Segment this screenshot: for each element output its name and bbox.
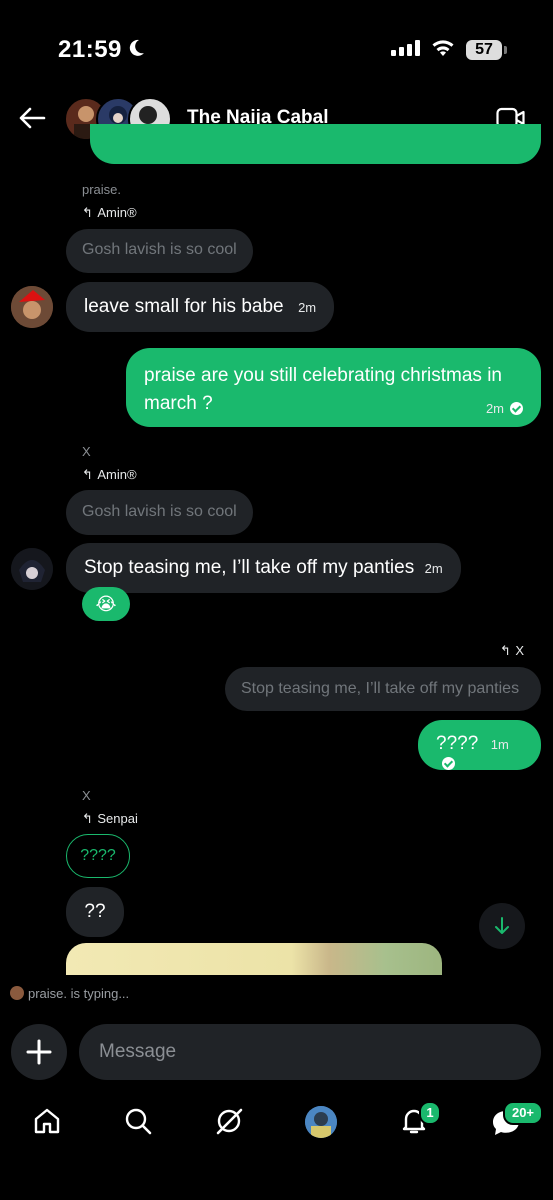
- add-attachment-button[interactable]: [11, 1024, 67, 1080]
- reply-to-name: Senpai: [97, 811, 138, 826]
- reply-to-name: X: [515, 643, 525, 658]
- message-text-line-2: march ?: [144, 393, 213, 414]
- message-time: 2m: [424, 561, 443, 576]
- sender-name: praise.: [82, 182, 122, 197]
- sender-avatar-praise[interactable]: [11, 286, 53, 328]
- reply-indicator: ↰ Senpai: [82, 810, 138, 828]
- message-time: 2m: [485, 401, 504, 416]
- sender-avatar-x[interactable]: [11, 548, 53, 590]
- message-text: ????: [436, 733, 479, 754]
- cellular-signal-icon: [391, 40, 421, 61]
- message-text: Stop teasing me, I’ll take off my pantie…: [84, 557, 415, 578]
- sent-check-icon: [510, 402, 523, 415]
- own-message-bubble[interactable]: ???? 1m: [418, 720, 541, 770]
- reply-indicator: ↰ Amin®: [82, 466, 137, 484]
- message-bubble[interactable]: leave small for his babe 2m: [66, 282, 335, 332]
- message-text: ??: [84, 901, 106, 922]
- message-bubble[interactable]: Stop teasing me, I’ll take off my pantie…: [66, 543, 461, 593]
- typing-text: praise. is typing...: [28, 986, 130, 1001]
- quoted-message[interactable]: Stop teasing me, I’ll take off my pantie…: [225, 667, 541, 711]
- reply-arrow-icon: ↰: [82, 205, 93, 220]
- moon-icon: [126, 38, 146, 64]
- wifi-icon: [430, 38, 456, 63]
- message-status: 2m: [486, 401, 523, 416]
- quoted-message[interactable]: Gosh lavish is so cool: [66, 229, 253, 273]
- message-time: 1m: [490, 737, 509, 752]
- own-message-bubble[interactable]: praise are you still celebrating christm…: [126, 348, 541, 427]
- profile-avatar[interactable]: [305, 1106, 337, 1138]
- search-icon[interactable]: [123, 1106, 153, 1141]
- message-bubble[interactable]: ??: [66, 887, 124, 937]
- battery-tip: [504, 46, 507, 54]
- typing-indicator: praise. is typing...: [10, 986, 129, 1001]
- reply-arrow-icon: ↰: [500, 643, 511, 658]
- message-text-line-1: praise are you still celebrating christm…: [144, 365, 502, 386]
- reply-to-name: Amin®: [97, 205, 137, 220]
- grok-icon[interactable]: [214, 1106, 244, 1141]
- back-arrow-icon[interactable]: [18, 106, 46, 135]
- message-input[interactable]: [79, 1024, 541, 1080]
- message-text: leave small for his babe: [84, 296, 284, 317]
- notifications-badge: 1: [419, 1101, 441, 1125]
- sent-check-icon: [442, 757, 455, 770]
- reaction-emoji: 😭: [95, 594, 117, 614]
- previous-message-bubble[interactable]: [90, 124, 541, 164]
- battery-icon: 57: [466, 40, 502, 60]
- reply-indicator: ↰ X: [500, 642, 524, 660]
- quoted-message[interactable]: Gosh lavish is so cool: [66, 490, 253, 535]
- home-icon[interactable]: [32, 1106, 62, 1141]
- quoted-message[interactable]: ????: [66, 834, 130, 878]
- messages-badge: 20+: [503, 1101, 543, 1125]
- reply-arrow-icon: ↰: [82, 811, 93, 826]
- reply-arrow-icon: ↰: [82, 467, 93, 482]
- sender-name: X: [82, 444, 91, 459]
- sender-name: X: [82, 788, 91, 803]
- reply-to-name: Amin®: [97, 467, 137, 482]
- status-time: 21:59: [58, 36, 122, 63]
- reaction-pill[interactable]: 😭: [82, 587, 130, 621]
- message-time: 2m: [298, 300, 317, 315]
- image-attachment[interactable]: [66, 943, 442, 975]
- reply-indicator: ↰ Amin®: [82, 204, 137, 222]
- typing-avatar: [10, 986, 24, 1000]
- scroll-to-bottom-button[interactable]: [479, 903, 525, 949]
